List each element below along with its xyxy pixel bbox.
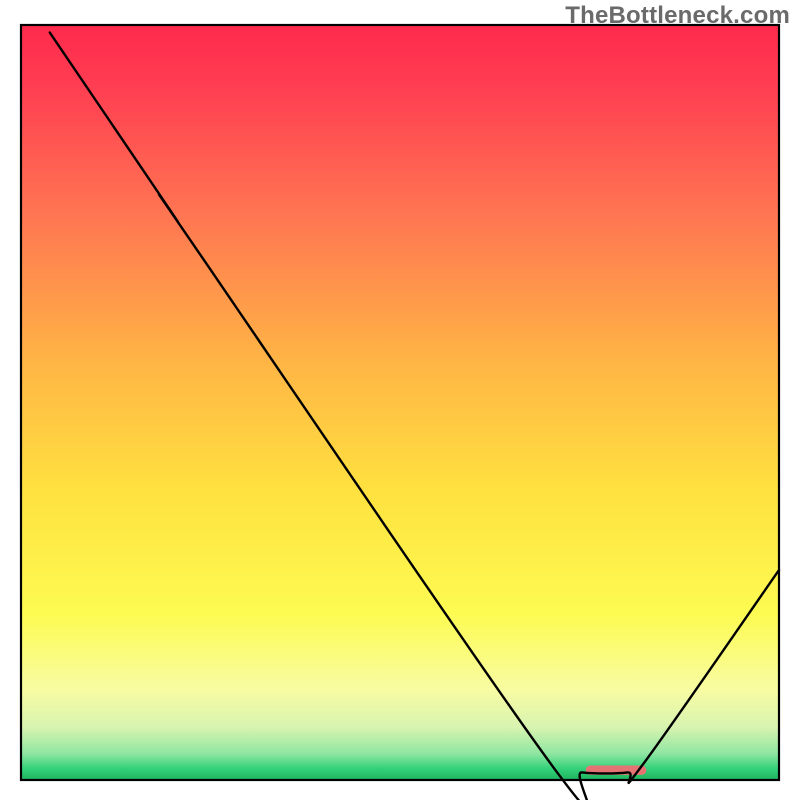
- plot-area: [21, 25, 779, 800]
- gradient-background: [21, 25, 779, 780]
- chart-svg: [0, 0, 800, 800]
- bottleneck-chart: TheBottleneck.com: [0, 0, 800, 800]
- watermark-text: TheBottleneck.com: [565, 2, 790, 30]
